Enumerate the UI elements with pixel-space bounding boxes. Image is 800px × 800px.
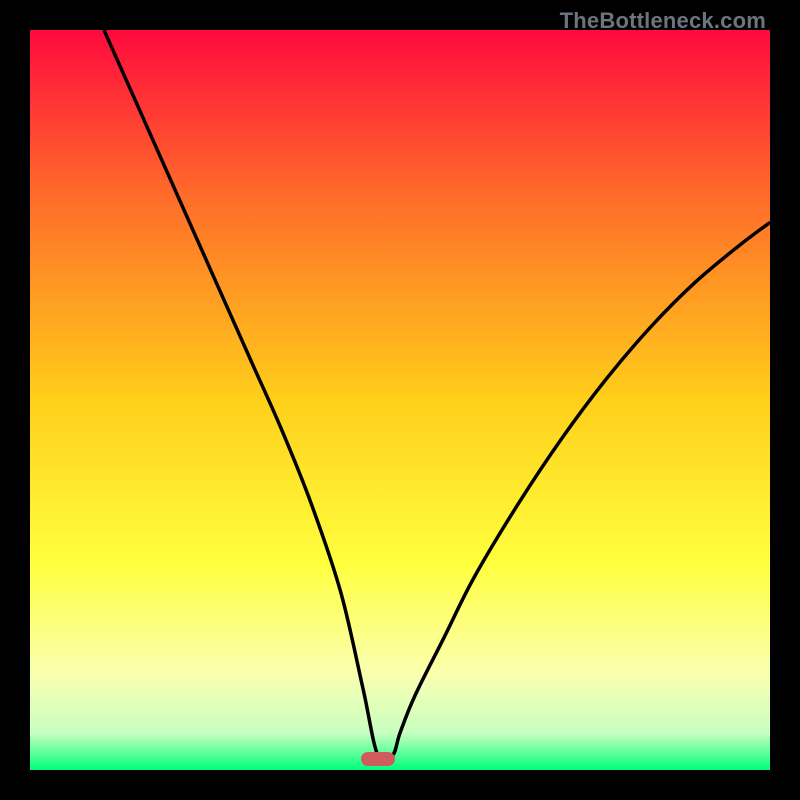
bottleneck-curve-layer (30, 30, 770, 770)
chart-container: TheBottleneck.com (0, 0, 800, 800)
plot-area (30, 30, 770, 770)
minimum-marker (361, 752, 395, 766)
bottleneck-curve (104, 30, 770, 761)
